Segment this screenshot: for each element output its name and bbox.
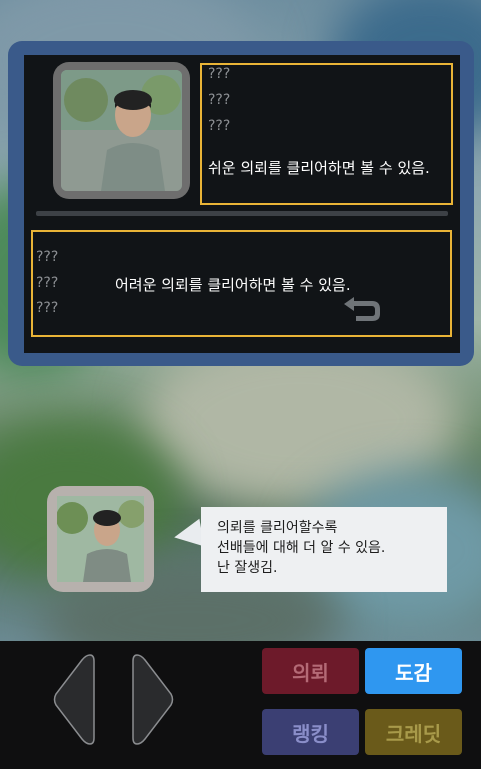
quest-button[interactable]: 의뢰 [262, 648, 359, 694]
hard-unlock-message: 어려운 의뢰를 클리어하면 볼 수 있음. [115, 276, 351, 294]
unknown-line: ??? [36, 275, 59, 291]
portrait-image [61, 70, 182, 191]
easy-unlock-message: 쉬운 의뢰를 클리어하면 볼 수 있음. [208, 159, 430, 177]
ranking-button[interactable]: 랭킹 [262, 709, 359, 755]
book-button[interactable]: 도감 [365, 648, 462, 694]
character-portrait [53, 62, 190, 199]
speech-bubble: 의뢰를 클리어할수록 선배들에 대해 더 알 수 있음. 난 잘생김. [201, 507, 447, 592]
panel-divider [36, 211, 448, 216]
dialog-line: 의뢰를 클리어할수록 [217, 520, 338, 536]
unknown-line: ??? [208, 66, 231, 82]
unknown-line: ??? [36, 249, 59, 265]
easy-quest-info-box [200, 63, 453, 205]
unknown-line: ??? [36, 300, 59, 316]
credits-button[interactable]: 크레딧 [365, 709, 462, 755]
guide-avatar [47, 486, 154, 592]
unknown-line: ??? [208, 92, 231, 108]
left-arrow-icon[interactable] [52, 653, 96, 746]
speech-bubble-tail [171, 518, 205, 552]
unknown-line: ??? [208, 118, 231, 134]
avatar-image [57, 496, 144, 582]
dialog-line: 난 잘생김. [217, 560, 278, 576]
back-arrow-icon[interactable] [342, 296, 382, 322]
right-arrow-icon[interactable] [131, 653, 175, 746]
dialog-line: 선배들에 대해 더 알 수 있음. [217, 540, 386, 556]
